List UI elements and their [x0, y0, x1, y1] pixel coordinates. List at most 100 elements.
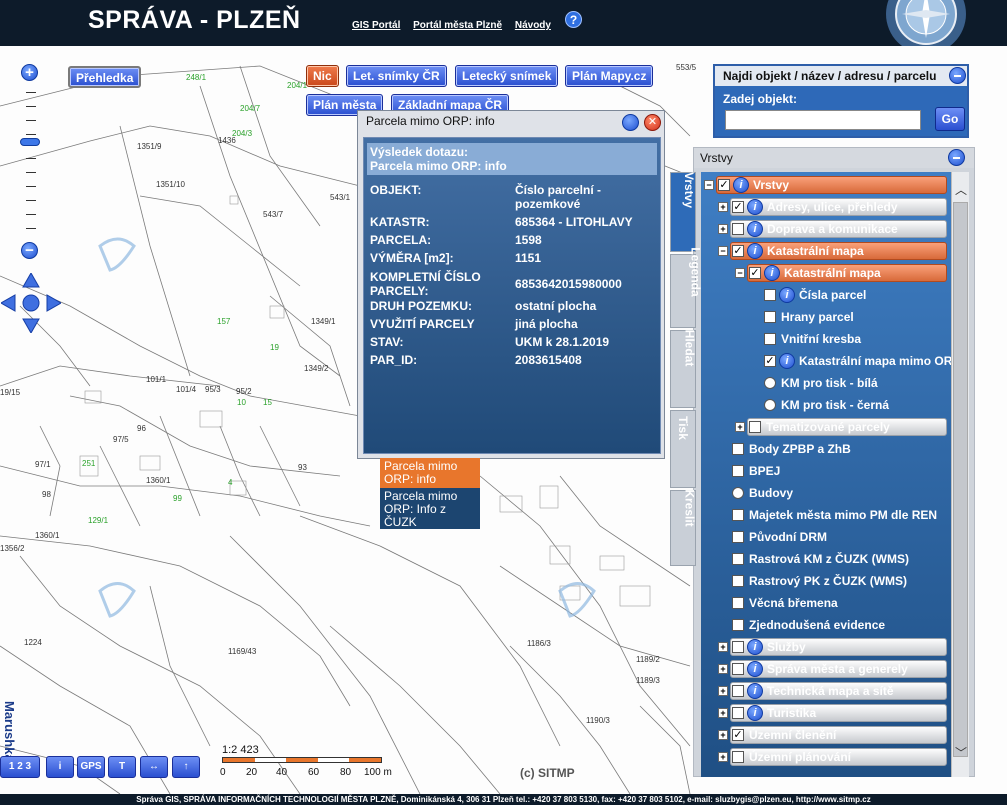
layer-item[interactable]: Budovy: [701, 484, 951, 504]
expand-icon[interactable]: +: [718, 686, 728, 696]
layer-item[interactable]: BPEJ: [701, 462, 951, 482]
basemap-aerial-button[interactable]: Letecký snímek: [455, 65, 559, 87]
layer-radio[interactable]: [732, 487, 744, 499]
layer-item[interactable]: KM pro tisk - bílá: [701, 374, 951, 394]
layer-checkbox[interactable]: [732, 443, 744, 455]
tab-draw[interactable]: Kreslit: [670, 489, 697, 566]
layer-item[interactable]: i Čísla parcel: [701, 286, 951, 306]
layer-checkbox[interactable]: [732, 531, 744, 543]
layer-item[interactable]: + i Služby: [701, 638, 951, 658]
layer-item[interactable]: + i Správa města a generely: [701, 660, 951, 680]
tab-layers[interactable]: Vrstvy: [670, 172, 696, 252]
link-gis-portal[interactable]: GIS Portál: [352, 20, 400, 31]
layer-checkbox[interactable]: [732, 707, 744, 719]
expand-icon[interactable]: +: [718, 752, 728, 762]
layer-checkbox[interactable]: ✓: [749, 267, 761, 279]
layer-checkbox[interactable]: [732, 597, 744, 609]
layer-item[interactable]: Zjednodušená evidence: [701, 616, 951, 636]
collapse-icon[interactable]: −: [718, 246, 728, 256]
basemap-none-button[interactable]: Nic: [306, 65, 339, 87]
selection-item[interactable]: Parcela mimo ORP: Info z ČUZK: [380, 488, 480, 529]
tab-search[interactable]: Hledat: [670, 330, 696, 408]
layer-item[interactable]: − ✓ i Vrstvy: [701, 176, 951, 196]
info-icon[interactable]: i: [747, 243, 763, 259]
layer-checkbox[interactable]: [764, 333, 776, 345]
scrollbar-thumb[interactable]: [953, 202, 968, 757]
info-icon[interactable]: i: [747, 199, 763, 215]
close-icon[interactable]: ✕: [644, 114, 661, 131]
text-tool-button[interactable]: T: [108, 756, 136, 778]
numbering-button[interactable]: 1 2 3: [0, 756, 40, 778]
layer-checkbox[interactable]: [732, 509, 744, 521]
question-icon[interactable]: ?: [565, 11, 582, 28]
layer-checkbox[interactable]: [732, 751, 744, 763]
layer-item[interactable]: Hrany parcel: [701, 308, 951, 328]
restore-icon[interactable]: [622, 114, 639, 131]
layer-item[interactable]: Majetek města mimo PM dle REN: [701, 506, 951, 526]
minimize-icon[interactable]: [948, 149, 965, 166]
layer-item[interactable]: Body ZPBP a ZhB: [701, 440, 951, 460]
expand-icon[interactable]: +: [718, 224, 728, 234]
layer-item[interactable]: Vnitřní kresba: [701, 330, 951, 350]
layer-item[interactable]: KM pro tisk - černá: [701, 396, 951, 416]
minimize-icon[interactable]: [949, 67, 966, 84]
layer-checkbox[interactable]: ✓: [764, 355, 776, 367]
overview-map-button[interactable]: Přehledka: [68, 66, 142, 88]
collapse-icon[interactable]: −: [704, 180, 714, 190]
layer-checkbox[interactable]: [732, 619, 744, 631]
layer-item[interactable]: ✓ i Katastrální mapa mimo ORP: [701, 352, 951, 372]
layer-item[interactable]: Původní DRM: [701, 528, 951, 548]
collapse-icon[interactable]: −: [735, 268, 745, 278]
info-button[interactable]: i: [46, 756, 74, 778]
scroll-up-icon[interactable]: ︿: [955, 184, 967, 196]
layer-item[interactable]: + i Turistika: [701, 704, 951, 724]
layer-tree-scrollbar[interactable]: ︿ ﹀: [951, 172, 969, 777]
layer-checkbox[interactable]: [732, 685, 744, 697]
layer-item[interactable]: + i Doprava a komunikace: [701, 220, 951, 240]
basemap-mapy-cz-button[interactable]: Plán Mapy.cz: [565, 65, 654, 87]
tab-legend[interactable]: Legenda: [670, 247, 703, 328]
info-icon[interactable]: i: [747, 661, 763, 677]
layer-item[interactable]: + ✓ i Adresy, ulice, přehledy: [701, 198, 951, 218]
layer-checkbox[interactable]: [732, 223, 744, 235]
tab-print[interactable]: Tisk: [670, 410, 696, 488]
search-input[interactable]: [725, 110, 921, 130]
info-icon[interactable]: i: [747, 221, 763, 237]
layer-item[interactable]: Rastrový PK z ČUZK (WMS): [701, 572, 951, 592]
layer-item[interactable]: Rastrová KM z ČUZK (WMS): [701, 550, 951, 570]
info-icon[interactable]: i: [764, 265, 780, 281]
layer-checkbox[interactable]: ✓: [732, 729, 744, 741]
layer-checkbox[interactable]: [764, 311, 776, 323]
layer-radio[interactable]: [764, 399, 776, 411]
selection-item-active[interactable]: Parcela mimo ORP: info: [380, 458, 480, 488]
expand-icon[interactable]: +: [718, 202, 728, 212]
layer-checkbox[interactable]: [764, 289, 776, 301]
info-icon[interactable]: i: [747, 683, 763, 699]
measure-tool-button[interactable]: ↔: [140, 756, 168, 778]
gps-button[interactable]: GPS: [77, 756, 105, 778]
expand-icon[interactable]: +: [718, 642, 728, 652]
info-icon[interactable]: i: [733, 177, 749, 193]
zoom-slider-handle[interactable]: [20, 138, 40, 146]
layer-radio[interactable]: [764, 377, 776, 389]
layer-item[interactable]: − ✓ i Katastrální mapa: [701, 264, 951, 284]
layer-checkbox[interactable]: [732, 575, 744, 587]
scroll-down-icon[interactable]: ﹀: [955, 747, 967, 759]
expand-icon[interactable]: +: [718, 730, 728, 740]
zoom-out-button[interactable]: −: [21, 242, 38, 259]
link-guides[interactable]: Návody: [515, 20, 551, 31]
basemap-aerial-cr-button[interactable]: Let. snímky ČR: [346, 65, 447, 87]
layer-checkbox[interactable]: ✓: [732, 201, 744, 213]
expand-icon[interactable]: +: [718, 708, 728, 718]
layer-item[interactable]: + i Technická mapa a sítě: [701, 682, 951, 702]
zoom-in-button[interactable]: +: [21, 64, 38, 81]
layer-checkbox[interactable]: [749, 421, 761, 433]
pan-control[interactable]: [0, 271, 63, 335]
link-city-portal[interactable]: Portál města Plzně: [413, 20, 502, 31]
info-icon[interactable]: i: [747, 639, 763, 655]
layer-item[interactable]: + ✓ Územní členění: [701, 726, 951, 746]
layer-item[interactable]: + Tematizované parcely: [701, 418, 951, 438]
layer-checkbox[interactable]: [732, 553, 744, 565]
layer-checkbox[interactable]: [732, 663, 744, 675]
layer-item[interactable]: Věcná břemena: [701, 594, 951, 614]
